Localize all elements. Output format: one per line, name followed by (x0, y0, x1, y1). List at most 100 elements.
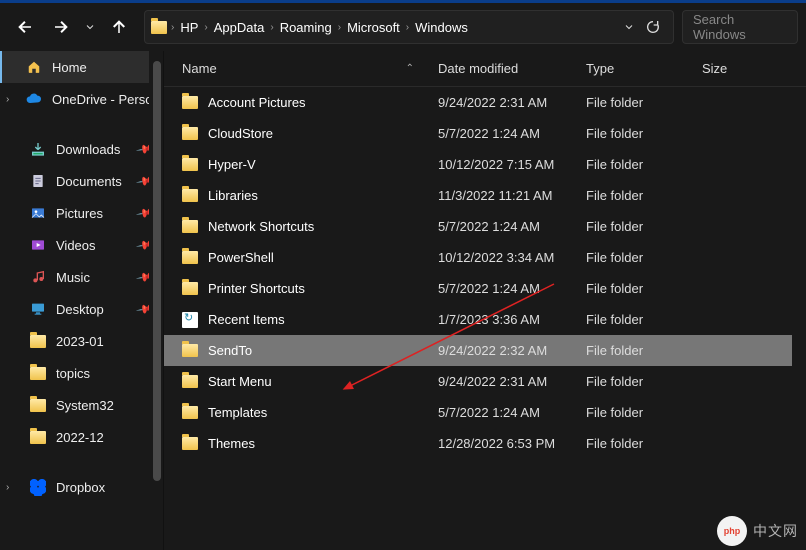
sidebar-item-label: Home (52, 60, 87, 75)
back-button[interactable] (8, 10, 42, 44)
folder-icon (30, 333, 46, 349)
watermark-text: 中文网 (753, 521, 798, 541)
watermark: php 中文网 (717, 516, 798, 546)
breadcrumb[interactable]: AppData (212, 20, 267, 35)
file-name: Network Shortcuts (208, 219, 314, 234)
file-name: Recent Items (208, 312, 285, 327)
sidebar-item-2023-01[interactable]: 2023-01 (0, 325, 163, 357)
table-row[interactable]: CloudStore 5/7/2022 1:24 AM File folder (164, 118, 806, 149)
table-row[interactable]: Printer Shortcuts 5/7/2022 1:24 AM File … (164, 273, 806, 304)
music-icon (30, 269, 46, 285)
folder-icon (182, 344, 198, 357)
table-row[interactable]: Templates 5/7/2022 1:24 AM File folder (164, 397, 806, 428)
breadcrumb[interactable]: Microsoft (345, 20, 402, 35)
chevron-right-icon: › (171, 22, 174, 33)
column-header-name[interactable]: Name ⌃ (174, 61, 430, 76)
navigation-pane: Home › OneDrive - Perso Downloads 📌 Docu… (0, 51, 164, 550)
up-button[interactable] (102, 10, 136, 44)
file-name: Printer Shortcuts (208, 281, 305, 296)
search-box[interactable]: Search Windows (682, 10, 798, 44)
chevron-right-icon: › (406, 22, 409, 33)
file-type: File folder (578, 250, 694, 265)
pictures-icon (30, 205, 46, 221)
table-row[interactable]: Account Pictures 9/24/2022 2:31 AM File … (164, 87, 806, 118)
forward-button[interactable] (44, 10, 78, 44)
folder-icon (182, 251, 198, 264)
column-header-size[interactable]: Size (694, 61, 806, 76)
sidebar-item-label: Desktop (56, 302, 104, 317)
scrollbar-thumb[interactable] (153, 61, 161, 481)
videos-icon (30, 237, 46, 253)
file-type: File folder (578, 343, 694, 358)
column-header-type[interactable]: Type (578, 61, 694, 76)
arrow-right-icon (52, 18, 70, 36)
sidebar-item-onedrive[interactable]: › OneDrive - Perso (0, 83, 163, 115)
sidebar-item-dropbox[interactable]: › Dropbox (0, 471, 163, 503)
file-date: 9/24/2022 2:32 AM (430, 343, 578, 358)
file-date: 5/7/2022 1:24 AM (430, 126, 578, 141)
sidebar-item-label: System32 (56, 398, 114, 413)
folder-icon (182, 437, 198, 450)
file-name: CloudStore (208, 126, 273, 141)
table-row[interactable]: Hyper-V 10/12/2022 7:15 AM File folder (164, 149, 806, 180)
breadcrumb[interactable]: Roaming (278, 20, 334, 35)
address-bar[interactable]: › HP › AppData › Roaming › Microsoft › W… (144, 10, 674, 44)
folder-icon (182, 406, 198, 419)
desktop-icon (30, 301, 46, 317)
file-date: 12/28/2022 6:53 PM (430, 436, 578, 451)
table-row[interactable]: Recent Items 1/7/2023 3:36 AM File folde… (164, 304, 806, 335)
table-row[interactable]: SendTo 9/24/2022 2:32 AM File folder (164, 335, 806, 366)
sidebar-item-label: 2022-12 (56, 430, 104, 445)
sidebar-item-documents[interactable]: Documents 📌 (0, 165, 163, 197)
file-name: Templates (208, 405, 267, 420)
search-placeholder: Search Windows (693, 12, 787, 42)
file-type: File folder (578, 188, 694, 203)
file-type: File folder (578, 95, 694, 110)
sidebar-item-downloads[interactable]: Downloads 📌 (0, 133, 163, 165)
table-row[interactable]: PowerShell 10/12/2022 3:34 AM File folde… (164, 242, 806, 273)
recent-locations-button[interactable] (80, 10, 100, 44)
chevron-down-icon[interactable] (623, 21, 635, 33)
table-row[interactable]: Start Menu 9/24/2022 2:31 AM File folder (164, 366, 806, 397)
sidebar-item-videos[interactable]: Videos 📌 (0, 229, 163, 261)
file-name: SendTo (208, 343, 252, 358)
sidebar-item-2022-12[interactable]: 2022-12 (0, 421, 163, 453)
file-name: PowerShell (208, 250, 274, 265)
recent-items-icon (182, 312, 198, 328)
file-type: File folder (578, 157, 694, 172)
sidebar-item-system32[interactable]: System32 (0, 389, 163, 421)
sidebar-item-music[interactable]: Music 📌 (0, 261, 163, 293)
sidebar-item-label: Downloads (56, 142, 120, 157)
file-date: 10/12/2022 3:34 AM (430, 250, 578, 265)
home-icon (26, 59, 42, 75)
folder-icon (182, 220, 198, 233)
sidebar-item-label: 2023-01 (56, 334, 104, 349)
breadcrumb[interactable]: Windows (413, 20, 470, 35)
column-header-date[interactable]: Date modified (430, 61, 578, 76)
table-row[interactable]: Network Shortcuts 5/7/2022 1:24 AM File … (164, 211, 806, 242)
refresh-icon[interactable] (645, 19, 661, 35)
sidebar-item-desktop[interactable]: Desktop 📌 (0, 293, 163, 325)
watermark-logo: php (717, 516, 747, 546)
sidebar-item-pictures[interactable]: Pictures 📌 (0, 197, 163, 229)
table-row[interactable]: Libraries 11/3/2022 11:21 AM File folder (164, 180, 806, 211)
folder-icon (151, 21, 167, 34)
chevron-right-icon: › (6, 482, 9, 493)
sidebar-item-label: Pictures (56, 206, 103, 221)
file-date: 1/7/2023 3:36 AM (430, 312, 578, 327)
dropbox-icon (30, 479, 46, 495)
sidebar-item-topics[interactable]: topics (0, 357, 163, 389)
folder-icon (182, 189, 198, 202)
file-date: 11/3/2022 11:21 AM (430, 188, 578, 203)
document-icon (30, 173, 46, 189)
scrollbar-track (792, 87, 806, 550)
file-date: 5/7/2022 1:24 AM (430, 405, 578, 420)
sidebar-item-label: Documents (56, 174, 122, 189)
folder-icon (182, 375, 198, 388)
folder-icon (182, 158, 198, 171)
sidebar-item-label: Videos (56, 238, 96, 253)
sidebar-item-home[interactable]: Home (0, 51, 163, 83)
breadcrumb[interactable]: HP (178, 20, 200, 35)
table-row[interactable]: Themes 12/28/2022 6:53 PM File folder (164, 428, 806, 459)
file-type: File folder (578, 281, 694, 296)
